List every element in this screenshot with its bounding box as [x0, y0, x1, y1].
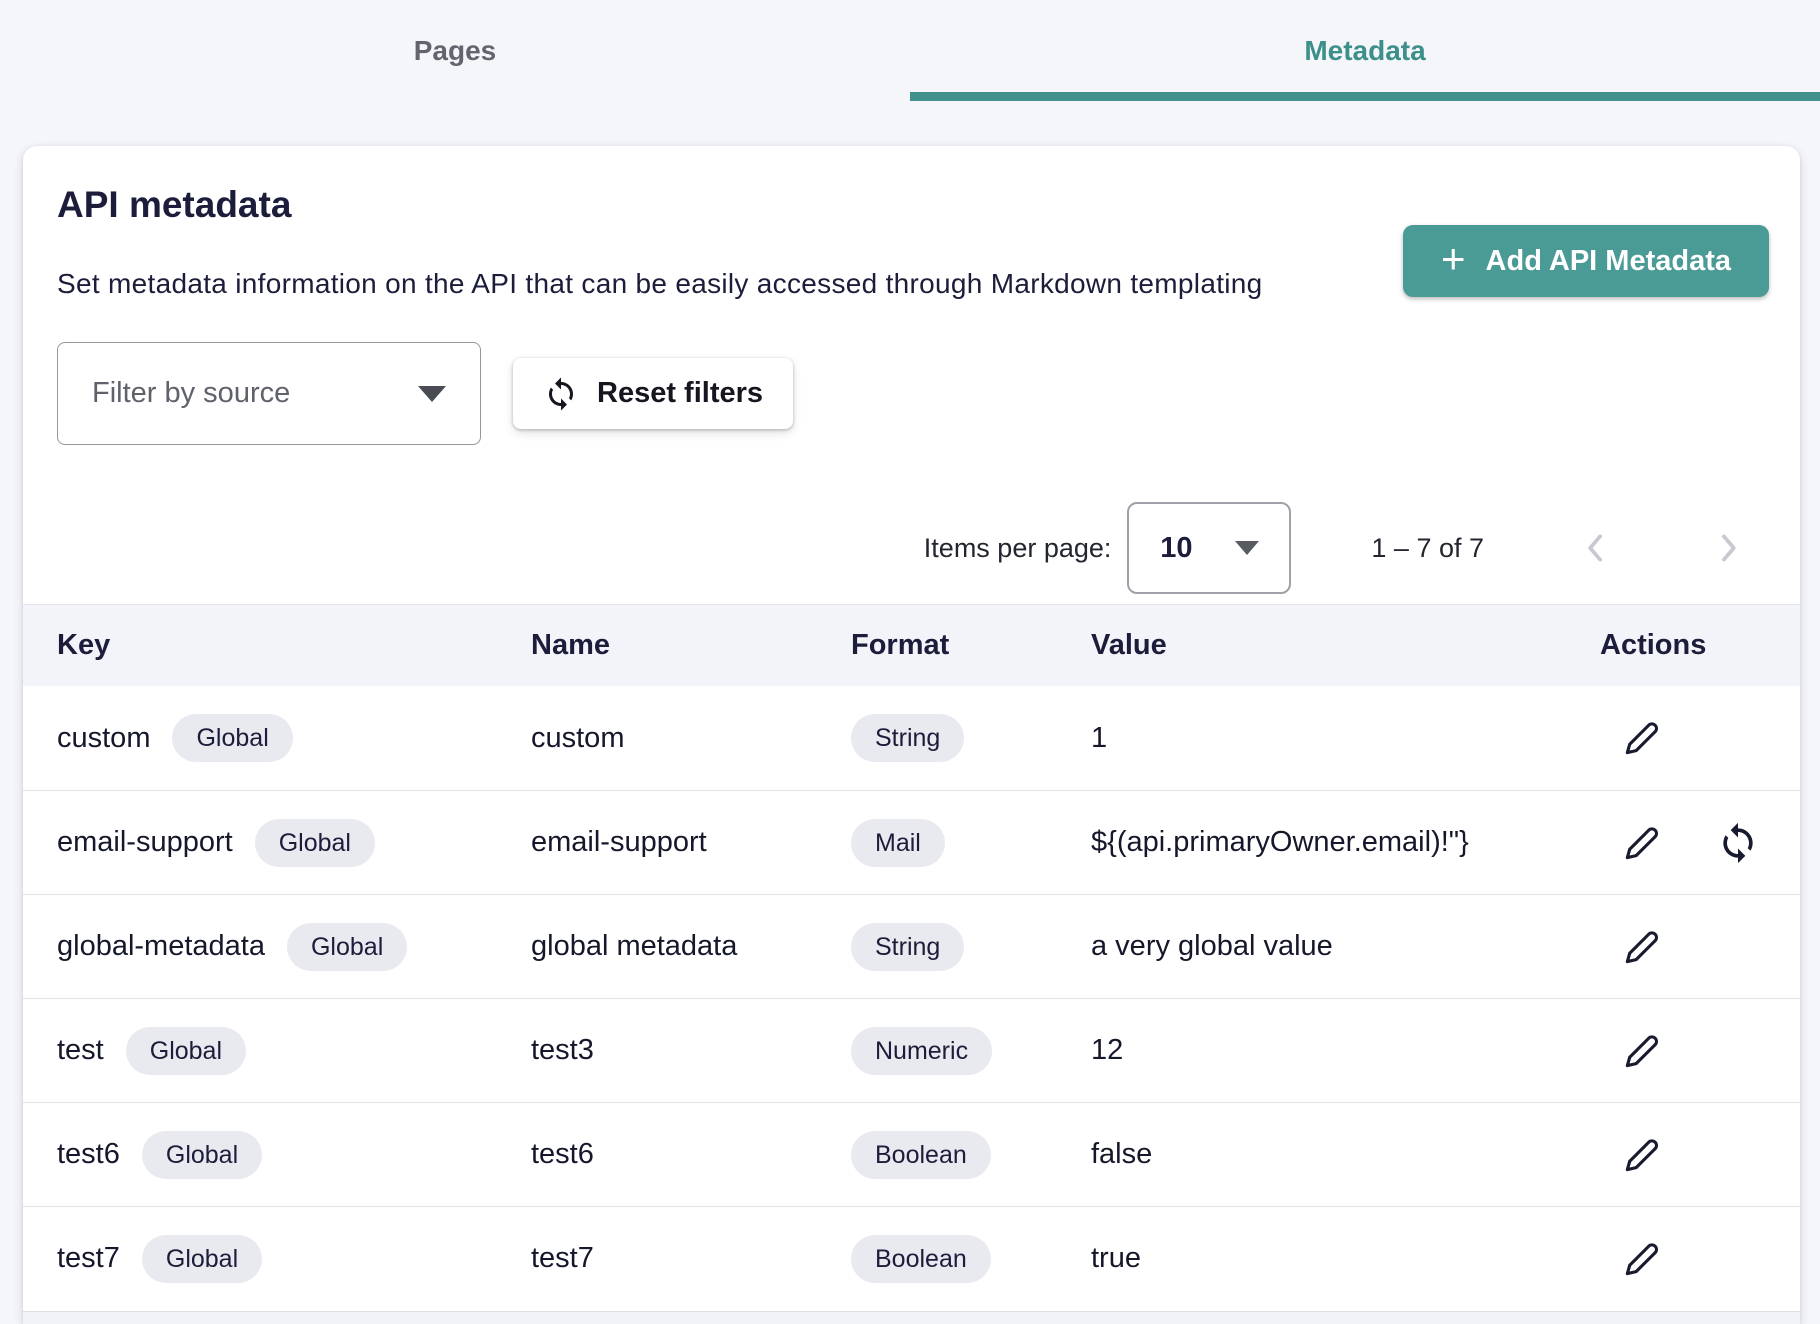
format-badge: Boolean	[851, 1131, 991, 1179]
column-header-format: Format	[817, 629, 1057, 662]
pencil-icon	[1620, 1029, 1664, 1073]
table-header-row: Key Name Format Value Actions	[23, 604, 1800, 686]
filter-by-source-select[interactable]: Filter by source	[57, 342, 481, 445]
tab-active-underline	[910, 92, 1820, 101]
key-cell: test Global	[23, 1027, 497, 1075]
metadata-name: global metadata	[497, 930, 817, 963]
chevron-left-icon	[1576, 528, 1616, 568]
metadata-key: test6	[57, 1138, 120, 1171]
key-cell: global-metadata Global	[23, 923, 497, 971]
format-badge: Mail	[851, 819, 945, 867]
pencil-icon	[1620, 716, 1664, 760]
edit-button[interactable]	[1620, 821, 1664, 865]
edit-button[interactable]	[1620, 925, 1664, 969]
chevron-down-icon	[418, 386, 446, 402]
previous-page-button[interactable]	[1576, 528, 1616, 568]
metadata-value: 1	[1057, 722, 1544, 755]
refresh-icon	[1716, 821, 1760, 865]
format-badge: String	[851, 923, 964, 971]
reset-filters-button[interactable]: Reset filters	[513, 358, 793, 429]
page-title: API metadata	[57, 184, 291, 226]
metadata-value: true	[1057, 1242, 1544, 1275]
table-row: test Global test3 Numeric 12	[23, 998, 1800, 1102]
tab-metadata-label: Metadata	[1304, 35, 1425, 67]
key-scope-badge: Global	[255, 819, 375, 867]
key-cell: custom Global	[23, 714, 497, 762]
format-badge: Boolean	[851, 1235, 991, 1283]
pagination-range-label: 1 – 7 of 7	[1371, 533, 1484, 564]
actions-cell	[1544, 1029, 1800, 1073]
chevron-right-icon	[1708, 528, 1748, 568]
reset-filters-label: Reset filters	[597, 377, 763, 410]
plus-icon: +	[1441, 238, 1466, 280]
refresh-button[interactable]	[1716, 821, 1760, 865]
edit-button[interactable]	[1620, 1237, 1664, 1281]
pencil-icon	[1620, 925, 1664, 969]
table-row: test7 Global test7 Boolean true	[23, 1206, 1800, 1310]
column-header-value: Value	[1057, 629, 1544, 662]
tab-bar: Pages Metadata	[0, 0, 1820, 101]
key-scope-badge: Global	[126, 1027, 246, 1075]
metadata-name: test3	[497, 1034, 817, 1067]
tab-pages[interactable]: Pages	[0, 0, 910, 101]
metadata-value: ${(api.primaryOwner.email)!"}	[1057, 826, 1544, 859]
key-scope-badge: Global	[287, 923, 407, 971]
metadata-name: test6	[497, 1138, 817, 1171]
panel-description: Set metadata information on the API that…	[57, 268, 1263, 300]
edit-button[interactable]	[1620, 1133, 1664, 1177]
key-scope-badge: Global	[172, 714, 292, 762]
table-body: custom Global custom String 1 email-supp…	[23, 686, 1800, 1310]
key-scope-badge: Global	[142, 1235, 262, 1283]
actions-cell	[1544, 716, 1800, 760]
key-cell: test6 Global	[23, 1131, 497, 1179]
table-row: email-support Global email-support Mail …	[23, 790, 1800, 894]
metadata-name: email-support	[497, 826, 817, 859]
metadata-name: test7	[497, 1242, 817, 1275]
table-row: custom Global custom String 1	[23, 686, 1800, 790]
filter-by-source-placeholder: Filter by source	[92, 377, 290, 410]
metadata-key: test	[57, 1034, 104, 1067]
metadata-key: test7	[57, 1242, 120, 1275]
add-api-metadata-button[interactable]: + Add API Metadata	[1403, 225, 1769, 297]
metadata-value: 12	[1057, 1034, 1544, 1067]
metadata-value: false	[1057, 1138, 1544, 1171]
pencil-icon	[1620, 1237, 1664, 1281]
key-scope-badge: Global	[142, 1131, 262, 1179]
metadata-key: global-metadata	[57, 930, 265, 963]
table-footer-band	[23, 1311, 1800, 1324]
column-header-key: Key	[23, 629, 497, 662]
format-badge: String	[851, 714, 964, 762]
next-page-button[interactable]	[1708, 528, 1748, 568]
items-per-page-label: Items per page:	[924, 533, 1112, 564]
column-header-name: Name	[497, 629, 817, 662]
items-per-page-value: 10	[1160, 532, 1192, 565]
column-header-actions: Actions	[1544, 629, 1800, 662]
metadata-key: email-support	[57, 826, 233, 859]
tab-pages-label: Pages	[414, 35, 497, 67]
metadata-table: Key Name Format Value Actions custom Glo…	[23, 604, 1800, 1324]
tab-metadata[interactable]: Metadata	[910, 0, 1820, 101]
metadata-key: custom	[57, 722, 150, 755]
api-metadata-panel: API metadata Set metadata information on…	[23, 146, 1800, 1324]
actions-cell	[1544, 821, 1800, 865]
pagination-bar: Items per page: 10 1 – 7 of 7	[924, 494, 1748, 602]
refresh-icon	[543, 376, 579, 412]
actions-cell	[1544, 1237, 1800, 1281]
pencil-icon	[1620, 1133, 1664, 1177]
items-per-page-select[interactable]: 10	[1127, 502, 1291, 594]
table-row: global-metadata Global global metadata S…	[23, 894, 1800, 998]
key-cell: test7 Global	[23, 1235, 497, 1283]
pencil-icon	[1620, 821, 1664, 865]
edit-button[interactable]	[1620, 716, 1664, 760]
chevron-down-icon	[1235, 541, 1259, 555]
format-badge: Numeric	[851, 1027, 992, 1075]
actions-cell	[1544, 1133, 1800, 1177]
add-api-metadata-label: Add API Metadata	[1486, 245, 1731, 278]
edit-button[interactable]	[1620, 1029, 1664, 1073]
metadata-name: custom	[497, 722, 817, 755]
metadata-value: a very global value	[1057, 930, 1544, 963]
actions-cell	[1544, 925, 1800, 969]
table-row: test6 Global test6 Boolean false	[23, 1102, 1800, 1206]
key-cell: email-support Global	[23, 819, 497, 867]
